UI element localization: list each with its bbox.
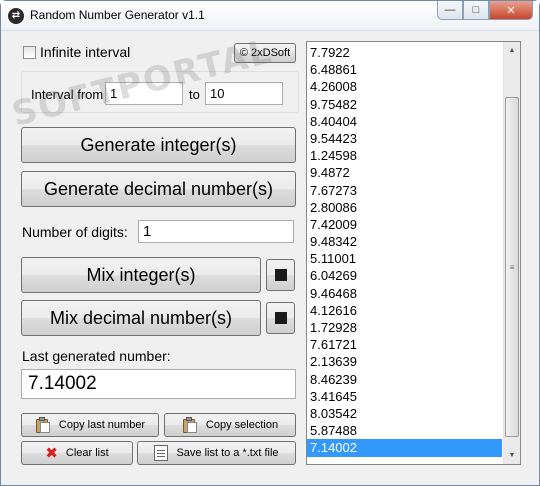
red-x-icon: ✖	[45, 444, 58, 462]
app-window: ⇄ Random Number Generator v1.1 — □ ✕ Inf…	[0, 0, 540, 486]
scroll-down-icon[interactable]: ▼	[504, 447, 520, 464]
list-item[interactable]: 9.75482	[307, 96, 502, 113]
list-item[interactable]: 8.46239	[307, 371, 502, 388]
list-item[interactable]: 7.61721	[307, 336, 502, 353]
app-icon: ⇄	[8, 8, 24, 24]
clear-list-button[interactable]: ✖ Clear list	[21, 441, 133, 465]
client-area: Infinite interval © 2xDSoft Interval fro…	[8, 31, 533, 479]
list-item[interactable]: 3.41645	[307, 388, 502, 405]
list-item[interactable]: 9.46468	[307, 285, 502, 302]
mix-decimals-toggle[interactable]	[266, 302, 295, 334]
numbers-list[interactable]: 7.7922 6.48861 4.26008 9.75482 8.40404 9.5442…	[306, 41, 521, 465]
digits-label: Number of digits:	[22, 224, 128, 240]
interval-from-input[interactable]: 1	[105, 82, 183, 105]
window-controls: — □ ✕	[437, 1, 533, 20]
interval-to-input[interactable]: 10	[205, 82, 283, 105]
list-item[interactable]: 7.42009	[307, 216, 502, 233]
clear-list-label: Clear list	[65, 447, 109, 459]
list-item[interactable]: 6.04269	[307, 267, 502, 284]
scroll-up-icon[interactable]: ▲	[504, 42, 520, 59]
list-item[interactable]: 8.03542	[307, 405, 502, 422]
list-item[interactable]: 1.24598	[307, 147, 502, 164]
vertical-scrollbar[interactable]: ▲ ≡ ▼	[503, 42, 520, 464]
stop-icon	[274, 312, 287, 324]
mix-decimals-button[interactable]: Mix decimal number(s)	[21, 300, 261, 336]
generate-decimals-button[interactable]: Generate decimal number(s)	[21, 171, 296, 207]
list-item[interactable]: 7.67273	[307, 182, 502, 199]
save-list-label: Save list to a *.txt file	[176, 447, 279, 459]
interval-from-label: Interval from	[31, 87, 104, 102]
interval-to-label: to	[189, 87, 200, 102]
list-item[interactable]: 7.7922	[307, 44, 502, 61]
last-number-field[interactable]: 7.14002	[21, 369, 296, 399]
window-title: Random Number Generator v1.1	[30, 8, 205, 22]
list-item[interactable]: 9.4872	[307, 164, 502, 181]
list-item[interactable]: 2.13639	[307, 353, 502, 370]
clipboard-icon	[182, 417, 198, 433]
list-item[interactable]: 9.48342	[307, 233, 502, 250]
generate-integers-button[interactable]: Generate integer(s)	[21, 127, 296, 163]
list-item[interactable]: 2.80086	[307, 199, 502, 216]
document-icon	[154, 445, 169, 461]
list-item[interactable]: 4.12616	[307, 302, 502, 319]
list-item[interactable]: 9.54423	[307, 130, 502, 147]
last-number-label: Last generated number:	[22, 348, 171, 364]
copy-last-label: Copy last number	[58, 419, 146, 431]
list-item[interactable]: 8.40404	[307, 113, 502, 130]
list-item[interactable]: 6.48861	[307, 61, 502, 78]
list-item[interactable]: 4.26008	[307, 78, 502, 95]
mix-integers-button[interactable]: Mix integer(s)	[21, 257, 261, 293]
clipboard-icon	[35, 417, 51, 433]
stop-icon	[274, 269, 287, 281]
copy-selection-button[interactable]: Copy selection	[164, 413, 296, 437]
digits-input[interactable]: 1	[138, 220, 294, 243]
close-button[interactable]: ✕	[489, 1, 533, 20]
title-bar[interactable]: ⇄ Random Number Generator v1.1 — □ ✕	[1, 1, 539, 31]
infinite-interval-label[interactable]: Infinite interval	[40, 44, 130, 60]
list-item[interactable]: 7.14002	[307, 439, 502, 457]
numbers-list-items: 7.7922 6.48861 4.26008 9.75482 8.40404 9.5442…	[307, 44, 502, 457]
list-item[interactable]: 5.87488	[307, 422, 502, 439]
scroll-thumb[interactable]: ≡	[505, 97, 519, 437]
copy-selection-label: Copy selection	[205, 419, 279, 431]
copy-last-button[interactable]: Copy last number	[21, 413, 159, 437]
infinite-interval-checkbox[interactable]	[23, 46, 36, 59]
list-item[interactable]: 5.11001	[307, 250, 502, 267]
mix-integers-toggle[interactable]	[266, 259, 295, 291]
minimize-button[interactable]: —	[437, 1, 463, 20]
list-item[interactable]: 1.72928	[307, 319, 502, 336]
about-button[interactable]: © 2xDSoft	[234, 43, 296, 63]
save-list-button[interactable]: Save list to a *.txt file	[137, 441, 296, 465]
maximize-button[interactable]: □	[463, 1, 489, 20]
